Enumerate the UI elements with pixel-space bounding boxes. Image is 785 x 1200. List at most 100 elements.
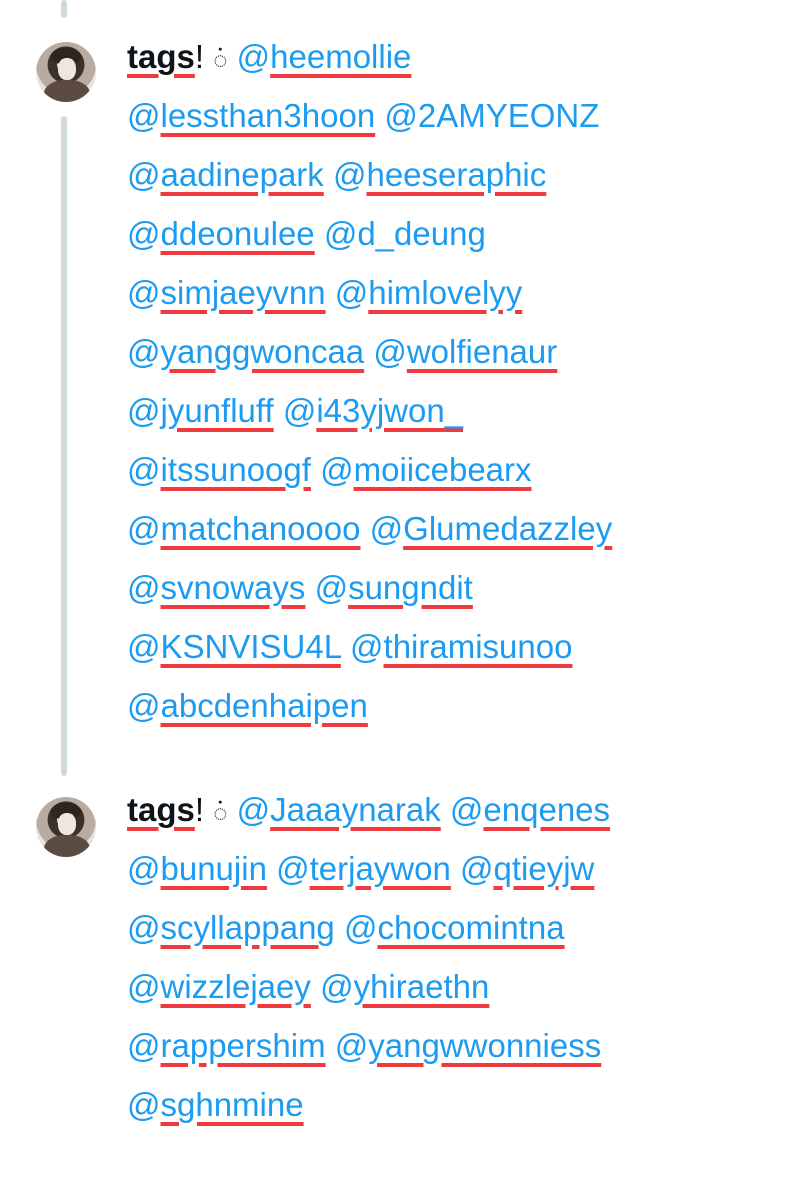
mention-handle: Glumedazzley <box>403 510 613 547</box>
mention-at-sign: @ <box>282 392 317 429</box>
mention-handle: thiramisunoo <box>383 628 573 665</box>
decorative-glyph-icon: ꩌ <box>213 47 228 74</box>
mention-at-sign: @ <box>314 569 349 606</box>
mention-link[interactable]: @scyllappang <box>127 909 335 946</box>
tweet-line: @wizzlejaey @yhiraethn <box>127 957 767 1016</box>
mention-at-sign: @ <box>343 909 378 946</box>
mention-handle: terjaywon <box>309 850 451 887</box>
tweet-line: @matchanoooo @Glumedazzley <box>127 499 767 558</box>
mention-link[interactable]: @himlovelyy <box>335 274 523 311</box>
tweet-line: @sghnmine <box>127 1075 767 1134</box>
avatar[interactable] <box>36 797 96 857</box>
mention-link[interactable]: @d_deung <box>324 215 486 252</box>
mention-at-sign: @ <box>127 274 161 311</box>
display-name[interactable]: tags <box>127 791 195 828</box>
tweet-line: @itssunoogf @moiicebearx <box>127 440 767 499</box>
mention-handle: 2AMYEONZ <box>417 97 600 134</box>
avatar[interactable] <box>36 42 96 102</box>
mention-at-sign: @ <box>127 628 161 665</box>
mention-link[interactable]: @sghnmine <box>127 1086 304 1123</box>
tweet-line: tags! ꩌ @heemollie <box>127 27 767 86</box>
mention-handle: sungndit <box>348 569 473 606</box>
mention-at-sign: @ <box>127 909 161 946</box>
mention-link[interactable]: @KSNVISU4L <box>127 628 341 665</box>
mention-link[interactable]: @terjaywon <box>276 850 451 887</box>
mention-handle: simjaeyvnn <box>160 274 326 311</box>
tweet-line: @yanggwoncaa @wolfienaur <box>127 322 767 381</box>
tweet-text: tags! ꩌ @heemollie @lessthan3hoon @2AMYEO… <box>127 27 767 735</box>
mention-handle: himlovelyy <box>368 274 523 311</box>
mention-link[interactable]: @lessthan3hoon <box>127 97 375 134</box>
mention-link[interactable]: @yangwwonniess <box>335 1027 601 1064</box>
mention-link[interactable]: @enqenes <box>450 791 610 828</box>
avatar-face <box>58 813 76 835</box>
tweet-line: @KSNVISU4L @thiramisunoo <box>127 617 767 676</box>
mention-handle: qtieyjw <box>493 850 595 887</box>
avatar-coat <box>44 80 90 102</box>
mention-link[interactable]: @itssunoogf <box>127 451 311 488</box>
mention-handle: heeseraphic <box>366 156 547 193</box>
mention-link[interactable]: @yhiraethn <box>320 968 489 1005</box>
tweet-line: @svnoways @sungndit <box>127 558 767 617</box>
mention-handle: moiicebearx <box>353 451 532 488</box>
tweet-line: @scyllappang @chocomintna <box>127 898 767 957</box>
mention-at-sign: @ <box>127 156 161 193</box>
mention-link[interactable]: @yanggwoncaa <box>127 333 364 370</box>
tweet-line: @bunujin @terjaywon @qtieyjw <box>127 839 767 898</box>
mention-handle: sghnmine <box>160 1086 304 1123</box>
mention-link[interactable]: @Jaaaynarak <box>237 791 441 828</box>
mention-link[interactable]: @ddeonulee <box>127 215 315 252</box>
mention-at-sign: @ <box>332 156 367 193</box>
mention-link[interactable]: @svnoways <box>127 569 305 606</box>
mention-link[interactable]: @heemollie <box>237 38 412 75</box>
mention-link[interactable]: @heeseraphic <box>333 156 546 193</box>
mention-at-sign: @ <box>127 687 161 724</box>
mention-handle: chocomintna <box>377 909 565 946</box>
mention-link[interactable]: @2AMYEONZ <box>384 97 599 134</box>
mention-link[interactable]: @thiramisunoo <box>350 628 572 665</box>
display-name[interactable]: tags <box>127 38 195 75</box>
mention-handle: matchanoooo <box>160 510 361 547</box>
mention-at-sign: @ <box>369 510 404 547</box>
mention-at-sign: @ <box>320 968 354 1005</box>
mention-at-sign: @ <box>320 451 354 488</box>
mention-link[interactable]: @rappershim <box>127 1027 326 1064</box>
decorative-glyph-icon: ꩌ <box>213 800 228 827</box>
mention-link[interactable]: @qtieyjw <box>460 850 594 887</box>
tweet-text: tags! ꩌ @Jaaaynarak @enqenes @bunujin @te… <box>127 780 767 1134</box>
mention-link[interactable]: @Glumedazzley <box>370 510 613 547</box>
mention-at-sign: @ <box>460 850 494 887</box>
mention-link[interactable]: @chocomintna <box>344 909 565 946</box>
mention-handle: scyllappang <box>160 909 335 946</box>
tweet-line: @lessthan3hoon @2AMYEONZ <box>127 86 767 145</box>
mention-link[interactable]: @bunujin <box>127 850 267 887</box>
mention-link[interactable]: @sungndit <box>315 569 473 606</box>
mention-link[interactable]: @simjaeyvnn <box>127 274 326 311</box>
mention-handle: abcdenhaipen <box>160 687 368 724</box>
name-punctuation: ! <box>194 38 205 75</box>
mention-at-sign: @ <box>384 97 418 134</box>
mention-at-sign: @ <box>350 628 384 665</box>
mention-at-sign: @ <box>334 1027 369 1064</box>
mention-link[interactable]: @i43yjwon_ <box>283 392 463 429</box>
mention-link[interactable]: @abcdenhaipen <box>127 687 368 724</box>
mention-handle: i43yjwon_ <box>316 392 464 429</box>
mention-at-sign: @ <box>127 392 161 429</box>
tweet-line: tags! ꩌ @Jaaaynarak @enqenes <box>127 780 767 839</box>
mention-link[interactable]: @jyunfluff <box>127 392 274 429</box>
thread-connector <box>61 116 67 776</box>
tweet-line: @simjaeyvnn @himlovelyy <box>127 263 767 322</box>
name-punctuation: ! <box>194 791 205 828</box>
mention-link[interactable]: @matchanoooo <box>127 510 360 547</box>
avatar-face <box>58 58 76 80</box>
thread-connector-top <box>61 0 67 18</box>
mention-link[interactable]: @aadinepark <box>127 156 324 193</box>
mention-at-sign: @ <box>127 850 161 887</box>
mention-handle: jyunfluff <box>160 392 274 429</box>
mention-link[interactable]: @wizzlejaey <box>127 968 311 1005</box>
mention-at-sign: @ <box>127 510 161 547</box>
mention-link[interactable]: @wolfienaur <box>373 333 557 370</box>
mention-link[interactable]: @moiicebearx <box>320 451 531 488</box>
mention-handle: wolfienaur <box>406 333 558 370</box>
mention-handle: lessthan3hoon <box>160 97 376 134</box>
